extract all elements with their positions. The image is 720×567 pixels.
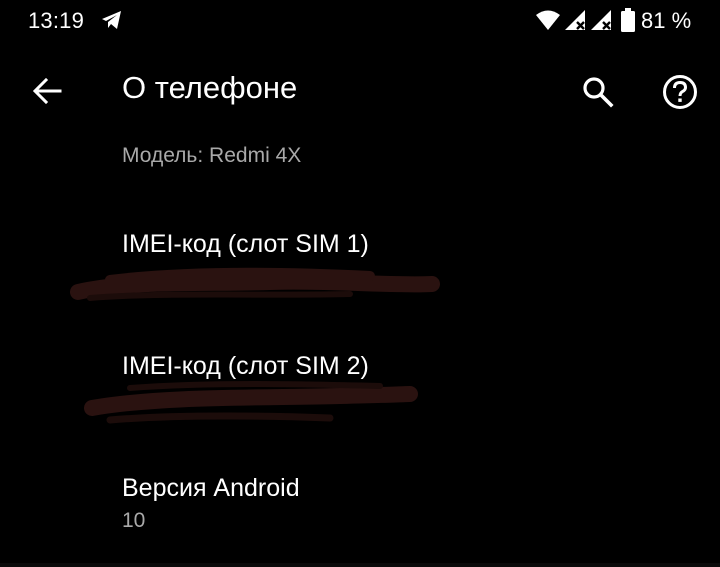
android-version-row[interactable]: Версия Android 10 <box>122 474 682 533</box>
model-row[interactable]: Модель: Redmi 4X <box>122 144 682 168</box>
back-arrow-icon <box>32 78 62 104</box>
signal-icon <box>565 10 585 30</box>
clipped-row-title: · · · · · · · · · · · <box>122 126 362 136</box>
bottom-edge <box>0 563 720 567</box>
imei-sim2-row[interactable]: IMEI-код (слот SIM 2) <box>122 352 682 381</box>
android-version-title: Версия Android <box>122 474 300 502</box>
page-title: О телефоне <box>122 70 298 105</box>
status-time: 13:19 <box>28 8 85 33</box>
imei-sim2-title: IMEI-код (слот SIM 2) <box>122 352 369 380</box>
battery-percent: 81 % <box>641 8 692 33</box>
help-icon <box>663 75 697 109</box>
battery-icon <box>621 8 635 32</box>
imei-sim1-title: IMEI-код (слот SIM 1) <box>122 230 369 258</box>
android-version-value: 10 <box>122 509 146 532</box>
signal-icon <box>591 10 611 30</box>
telegram-icon <box>102 11 121 29</box>
clipped-row-text: · · · · · · · · · · · <box>122 126 362 135</box>
wifi-icon <box>536 10 560 30</box>
status-bar: 13:19 81 % <box>0 0 720 42</box>
screen: 13:19 81 % О телефоне Модель: Redmi 4X I… <box>0 0 720 567</box>
search-icon <box>583 77 614 108</box>
imei-sim1-row[interactable]: IMEI-код (слот SIM 1) <box>122 230 682 259</box>
redaction-scribble <box>84 381 418 424</box>
model-value: Модель: Redmi 4X <box>122 144 302 167</box>
back-button[interactable] <box>24 68 70 114</box>
redaction-scribble <box>70 267 440 301</box>
app-bar: О телефоне <box>0 56 720 124</box>
search-button[interactable] <box>574 68 622 116</box>
help-button[interactable] <box>656 68 704 116</box>
